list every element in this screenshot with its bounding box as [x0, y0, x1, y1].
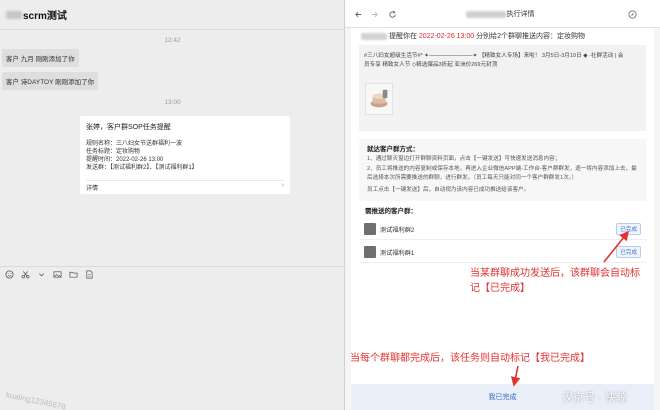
annotation-line: 记【已完成】 — [470, 283, 530, 294]
page-title: 执行详情 — [506, 11, 535, 18]
status-badge: 已完成 — [616, 223, 641, 235]
message-preview: #三八妇女超级生活节#* ✦───────────✦ 【精致女人专场】来啦！ 3… — [359, 45, 646, 131]
annotation-note: 当某群聊成功发送后，该群聊会自动标 记【已完成】 — [470, 266, 640, 296]
group-row[interactable]: 测试福利群2 已完成 — [359, 218, 646, 240]
annotation-note: 当每个群聊都完成后，该任务则自动标记【我已完成】 — [350, 353, 590, 364]
instruction-line: 员工点击【一键发送】后，自动视为该内容已成功推送给该客户。 — [367, 187, 530, 193]
divider — [86, 180, 284, 181]
push-instructions: 就达客户群方式： 1、通过聊天窗边打开群聊资料页面，点击【一键发送】可快速发送消… — [359, 139, 646, 201]
send-groups: 发送群：【测试福利群2】、【测试福利群1】 — [86, 165, 198, 171]
scissors-icon[interactable] — [19, 269, 31, 281]
image-icon[interactable] — [51, 269, 63, 281]
instructions-title: 就达客户群方式： — [367, 146, 419, 153]
refresh-icon[interactable] — [385, 7, 399, 21]
system-message: 客户 九月 刚刚添加了你 — [2, 49, 79, 67]
emoji-icon[interactable] — [3, 269, 15, 281]
compass-icon[interactable] — [625, 7, 639, 21]
status-badge: 已完成 — [616, 246, 641, 258]
blurred-name — [6, 10, 22, 19]
completed-label: 我已完成 — [488, 394, 517, 401]
chat-title: scrm测试 — [23, 11, 67, 22]
input-toolbar — [0, 266, 345, 282]
reminder-headline: 提醒你在 2022-02-26 13:00 分别给2个群聊推送内容：定妆购物 — [361, 31, 585, 41]
brand-watermark: 汉京号 · 快鲸 — [562, 392, 627, 404]
chat-pane: scrm测试 12:42 客户 九月 刚刚添加了你 客户 诗DAYTOY 刚刚添… — [0, 0, 345, 410]
system-message: 客户 诗DAYTOY 刚刚添加了你 — [2, 72, 99, 90]
group-avatar — [364, 223, 376, 235]
detail-link[interactable]: 详情 — [86, 183, 98, 192]
annotation-line: 当某群聊成功发送后，该群聊会自动标 — [470, 268, 640, 279]
headline-prefix: 提醒你在 — [388, 33, 417, 40]
page-title-area: 执行详情 — [425, 9, 575, 19]
message-line: 员专享 精致女人节 ◇精选爆品3折起 亚洲价269元封顶 — [364, 62, 498, 68]
instruction-line: 1、通过聊天窗边打开群聊资料页面，点击【一键发送】可快速发送消息内容； — [367, 156, 561, 162]
browser-toolbar: 执行详情 — [345, 0, 660, 28]
message-text: #三八妇女超级生活节#* ✦───────────✦ 【精致女人专场】来啦！ 3… — [364, 52, 644, 70]
back-arrow-icon[interactable] — [351, 7, 365, 21]
sop-reminder-card[interactable]: 张婷，客户群SOP任务提醒 规则名称：三八妇女节送群福利一波 任务标题：定妆购物… — [80, 116, 290, 194]
group-row[interactable]: 测试福利群1 已完成 — [359, 241, 646, 263]
chevron-down-icon[interactable] — [35, 269, 47, 281]
forward-arrow-icon[interactable] — [367, 7, 381, 21]
browser-pane: 执行详情 提醒你在 2022-02-26 13:00 分别给2个群聊推送内容：定… — [345, 0, 660, 410]
instruction-line: 后选择本次所需要推送的群聊，进行群发。（员工每天只能对同一个客户群群发1次。） — [367, 175, 578, 181]
chat-header: scrm测试 — [0, 0, 345, 30]
time-label: 12:42 — [164, 37, 181, 44]
headline-suffix: 分别给2个群聊推送内容：定妆购物 — [476, 33, 586, 40]
chevron-right-icon: › — [281, 182, 284, 189]
message-line: #三八妇女超级生活节#* ✦───────────✦ 【精致女人专场】来啦！ 3… — [364, 53, 624, 59]
message-input[interactable] — [0, 283, 345, 410]
product-image[interactable] — [365, 83, 393, 115]
folder-icon[interactable] — [67, 269, 79, 281]
group-avatar — [364, 246, 376, 258]
document-icon[interactable] — [83, 269, 95, 281]
group-name: 测试福利群1 — [380, 250, 415, 257]
headline-time: 2022-02-26 13:00 — [418, 33, 475, 40]
time-label: 13:00 — [164, 99, 181, 106]
groups-title: 需推送的客户群： — [365, 208, 417, 215]
blurred-name — [361, 32, 387, 40]
blurred-name — [465, 10, 506, 18]
card-title: 张婷，客户群SOP任务提醒 — [86, 124, 171, 131]
instruction-line: 2、员工将推送的内容复制或保存本地，再进入企业微信APP端-工作台-客户群群发，… — [367, 166, 637, 172]
group-name: 测试福利群2 — [380, 227, 415, 234]
